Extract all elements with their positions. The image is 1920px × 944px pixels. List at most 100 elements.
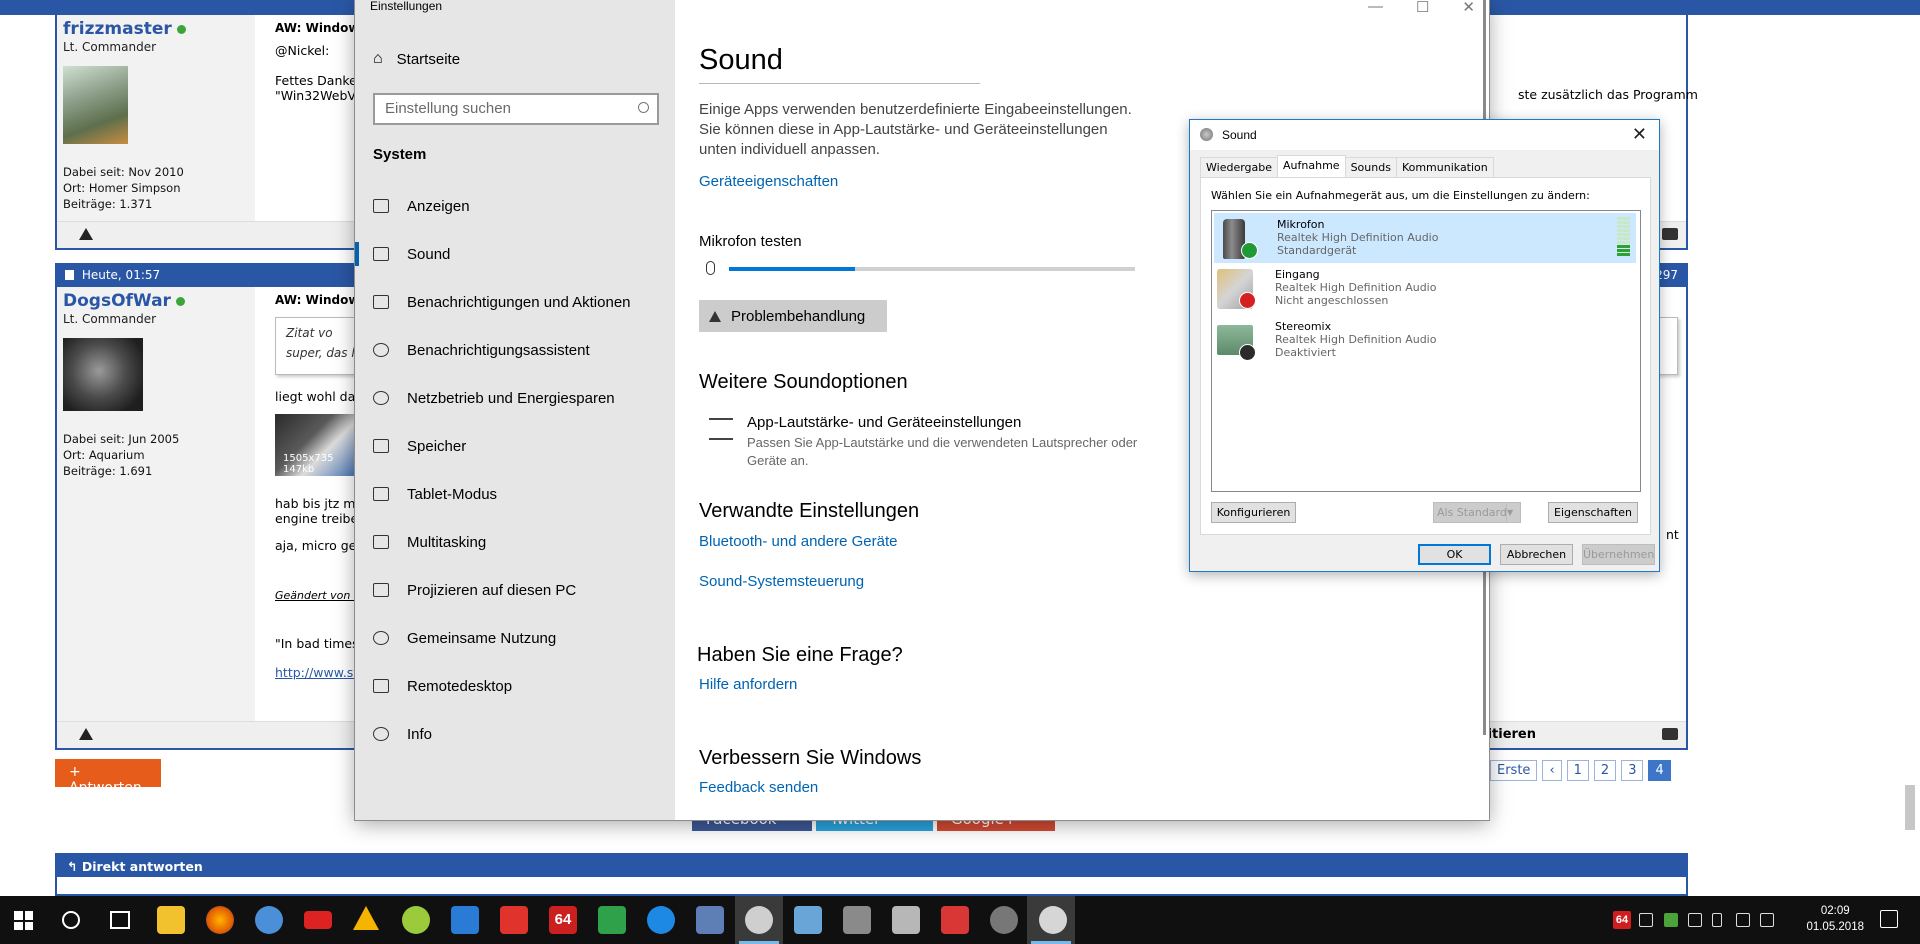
tray-shield-icon[interactable] — [1688, 913, 1702, 927]
set-default-label: Als Standard — [1437, 506, 1507, 519]
attachment-thumbnail[interactable]: 1505x735 147kb — [275, 414, 360, 476]
nav-item-sound[interactable]: Sound — [355, 230, 675, 278]
tab-kommunikation[interactable]: Kommunikation — [1395, 157, 1494, 177]
task-manager-icon[interactable] — [843, 906, 871, 934]
control-panel-icon[interactable] — [794, 906, 822, 934]
user-info: Dabei seit: Jun 2005 Ort: Aquarium Beitr… — [63, 431, 249, 479]
pager-page-current[interactable]: 4 — [1648, 760, 1671, 781]
report-warning-icon[interactable] — [79, 228, 93, 240]
close-icon[interactable]: ✕ — [1462, 0, 1475, 16]
green-logo-icon[interactable] — [598, 906, 626, 934]
pager-prev[interactable]: ‹ — [1542, 760, 1562, 781]
nav-item-sharing[interactable]: Gemeinsame Nutzung — [355, 614, 675, 662]
nav-item-projecting[interactable]: Projizieren auf diesen PC — [355, 566, 675, 614]
nav-item-anzeigen[interactable]: Anzeigen — [355, 182, 675, 230]
dialog-titlebar[interactable]: Sound ✕ — [1190, 120, 1659, 150]
settings-search-input[interactable]: Einstellung suchen — [373, 93, 659, 125]
tab-wiedergabe[interactable]: Wiedergabe — [1200, 157, 1279, 177]
browser-globe-icon[interactable] — [255, 906, 283, 934]
ok-button[interactable]: OK — [1418, 544, 1491, 565]
pager-page[interactable]: 1 — [1566, 760, 1589, 781]
clock[interactable]: 02:09 01.05.2018 — [1806, 903, 1864, 935]
avast-triangle-icon[interactable] — [353, 906, 379, 930]
nav-item-storage[interactable]: Speicher — [355, 422, 675, 470]
gear-icon[interactable] — [745, 906, 773, 934]
post-username[interactable]: frizzmaster — [63, 19, 249, 39]
username-label[interactable]: frizzmaster — [63, 19, 172, 39]
calendar-app-icon[interactable] — [941, 906, 969, 934]
edge-icon[interactable] — [647, 906, 675, 934]
troubleshoot-button[interactable]: Problembehandlung — [699, 300, 887, 332]
tray-volume-icon[interactable] — [1760, 913, 1774, 927]
multi-quote-icon[interactable] — [1662, 728, 1678, 740]
home-icon: ⌂ — [373, 50, 383, 67]
feedback-link[interactable]: Feedback senden — [699, 779, 818, 796]
pager-first[interactable]: Erste — [1490, 760, 1538, 781]
nav-home[interactable]: ⌂ Startseite — [373, 50, 460, 68]
firefox-icon[interactable] — [206, 906, 234, 934]
bluetooth-devices-link[interactable]: Bluetooth- und andere Geräte — [699, 533, 897, 550]
info-icon — [373, 727, 389, 741]
dialog-tabs: Wiedergabe Aufnahme Sounds Kommunikation — [1200, 155, 1494, 177]
user-rank: Lt. Commander — [63, 40, 157, 54]
maximize-icon[interactable]: ☐ — [1416, 0, 1429, 16]
device-driver: Realtek High Definition Audio — [1275, 333, 1437, 346]
device-driver: Realtek High Definition Audio — [1277, 231, 1439, 244]
tab-sounds[interactable]: Sounds — [1344, 157, 1397, 177]
close-icon[interactable]: ✕ — [1632, 124, 1647, 145]
windows-start-icon[interactable] — [14, 911, 33, 930]
configure-button[interactable]: Konfigurieren — [1211, 502, 1296, 523]
nav-item-info[interactable]: Info — [355, 710, 675, 758]
network-tool-icon[interactable] — [696, 906, 724, 934]
minimize-icon[interactable]: — — [1368, 0, 1383, 16]
green-app-icon[interactable] — [402, 906, 430, 934]
new-reply-button[interactable]: + Antworten — [55, 759, 161, 796]
nav-item-tablet[interactable]: Tablet-Modus — [355, 470, 675, 518]
file-explorer-icon[interactable] — [157, 906, 185, 934]
device-stereomix[interactable]: Stereomix Realtek High Definition Audio … — [1212, 315, 1640, 367]
avatar[interactable] — [63, 338, 143, 411]
task-view-icon[interactable] — [110, 911, 130, 929]
avatar[interactable] — [63, 66, 128, 144]
get-help-link[interactable]: Hilfe anfordern — [699, 676, 797, 693]
cortana-search-icon[interactable] — [62, 911, 80, 929]
page-description: Einige Apps verwenden benutzerdefinierte… — [699, 101, 1132, 158]
tray-network-icon[interactable] — [1736, 913, 1750, 927]
nav-item-notifications[interactable]: Benachrichtigungen und Aktionen — [355, 278, 675, 326]
tray-aida64-icon[interactable]: 64 — [1613, 911, 1631, 929]
tab-aufnahme[interactable]: Aufnahme — [1277, 155, 1346, 177]
user-post-count: Beiträge: 1.691 — [63, 464, 153, 478]
user-info: Dabei seit: Nov 2010 Ort: Homer Simpson … — [63, 164, 249, 212]
action-center-icon[interactable] — [1880, 910, 1898, 928]
nav-item-multitasking[interactable]: Multitasking — [355, 518, 675, 566]
device-mikrofon[interactable]: Mikrofon Realtek High Definition Audio S… — [1214, 213, 1636, 263]
tray-language-icon[interactable] — [1784, 913, 1798, 927]
properties-button[interactable]: Eigenschaften — [1548, 502, 1638, 523]
lightning-app-icon[interactable] — [500, 906, 528, 934]
calculator-grid-icon[interactable] — [451, 906, 479, 934]
pager-page[interactable]: 2 — [1593, 760, 1617, 781]
aida64-icon[interactable]: 64 — [549, 906, 577, 934]
nav-item-remote-desktop[interactable]: Remotedesktop — [355, 662, 675, 710]
tray-nvidia-icon[interactable] — [1664, 913, 1678, 927]
browser-scrollbar-thumb[interactable] — [1905, 785, 1915, 830]
tray-chevron-icon[interactable] — [1639, 913, 1653, 927]
nav-item-power[interactable]: Netzbetrieb und Energiesparen — [355, 374, 675, 422]
nav-item-focus-assist[interactable]: Benachrichtigungsassistent — [355, 326, 675, 374]
tray-usb-icon[interactable] — [1712, 913, 1722, 927]
sound-control-panel-link[interactable]: Sound-Systemsteuerung — [699, 573, 864, 590]
device-eingang[interactable]: Eingang Realtek High Definition Audio Ni… — [1212, 263, 1640, 315]
speaker-app-icon[interactable] — [1039, 906, 1067, 934]
printer-icon[interactable] — [892, 906, 920, 934]
headset-icon[interactable] — [990, 906, 1018, 934]
multi-quote-icon[interactable] — [1662, 228, 1678, 240]
post-username[interactable]: DogsOfWar — [63, 291, 249, 311]
username-label[interactable]: DogsOfWar — [63, 291, 171, 311]
report-warning-icon[interactable] — [79, 728, 93, 740]
cancel-button[interactable]: Abbrechen — [1500, 544, 1573, 565]
quick-reply-header[interactable]: ↰ Direkt antworten — [57, 855, 1686, 877]
msi-dragon-icon[interactable] — [304, 911, 332, 929]
page-title: Sound — [699, 44, 783, 76]
device-properties-link[interactable]: Geräteeigenschaften — [699, 173, 838, 190]
pager-page[interactable]: 3 — [1621, 760, 1644, 781]
